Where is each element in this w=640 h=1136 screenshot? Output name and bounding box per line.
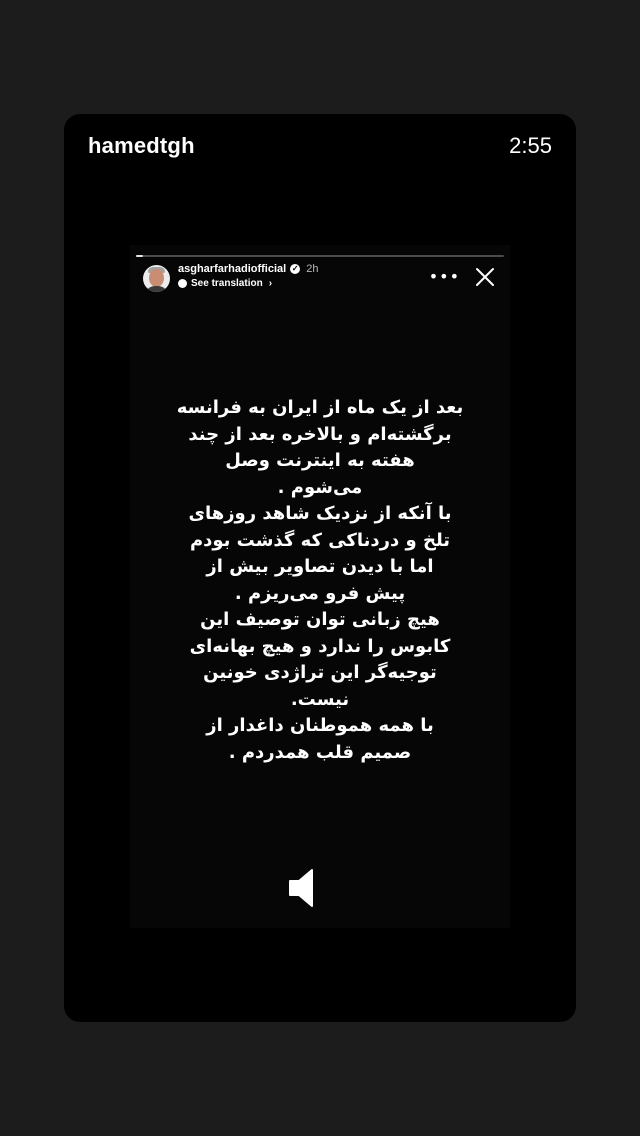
story-frame[interactable]: asgharfarhadiofficial ✓ 2h See translati… xyxy=(130,245,510,928)
more-icon[interactable]: ••• xyxy=(429,269,460,285)
story-text-line: بعد از یک ماه از ایران به فرانسه xyxy=(176,397,464,418)
story-text-line: کابوس را ندارد و هیچ بهانه‌ای xyxy=(189,635,451,657)
story-text-line: اما با دیدن تصاویر بیش از xyxy=(206,556,434,577)
story-text-line: نیست. xyxy=(290,688,350,710)
close-icon[interactable] xyxy=(474,266,496,288)
story-text-line: توجیه‌گر این تراژدی خونین xyxy=(203,662,437,683)
story-text-line: هیچ زبانی توان توصیف این xyxy=(200,609,440,630)
story-text-line: می‌شوم . xyxy=(277,476,363,498)
avatar[interactable] xyxy=(143,265,170,292)
story-card: hamedtgh 2:55 asgharfarhadiofficial ✓ 2h… xyxy=(64,114,576,1022)
story-text-line: پیش فرو می‌ریزم . xyxy=(234,582,406,604)
verified-icon: ✓ xyxy=(290,264,301,274)
avatar-face xyxy=(149,269,164,287)
avatar-shirt xyxy=(145,286,168,292)
story-text: بعد از یک ماه از ایران به فرانسه برگشته‌ا… xyxy=(160,395,480,766)
username[interactable]: hamedtgh xyxy=(88,133,195,159)
account-name-row[interactable]: asgharfarhadiofficial ✓ 2h xyxy=(178,263,318,275)
story-text-line: با همه هموطنان داغدار از xyxy=(206,715,434,736)
see-translation-label: See translation xyxy=(191,278,263,289)
story-header: asgharfarhadiofficial ✓ 2h See translati… xyxy=(140,263,500,295)
progress-bar xyxy=(136,255,504,257)
card-header: hamedtgh 2:55 xyxy=(88,132,552,160)
sound-icon[interactable] xyxy=(288,868,324,908)
duration: 2:55 xyxy=(509,133,552,158)
account-name[interactable]: asgharfarhadiofficial xyxy=(178,263,286,275)
story-text-line: هفته به اینترنت وصل xyxy=(225,450,415,471)
time-ago: 2h xyxy=(306,263,319,275)
story-text-line: تلخ و دردناکی که گذشت بودم xyxy=(189,529,451,551)
chevron-right-icon: › xyxy=(268,278,273,289)
translate-icon xyxy=(178,279,187,288)
story-text-line: با آنکه از نزدیک شاهد روزهای xyxy=(188,503,452,524)
progress-fill xyxy=(136,255,144,257)
see-translation-button[interactable]: See translation › xyxy=(178,278,272,289)
story-text-line: صمیم قلب همدردم . xyxy=(228,741,412,763)
story-text-line: برگشته‌ام و بالاخره بعد از چند xyxy=(188,423,452,445)
